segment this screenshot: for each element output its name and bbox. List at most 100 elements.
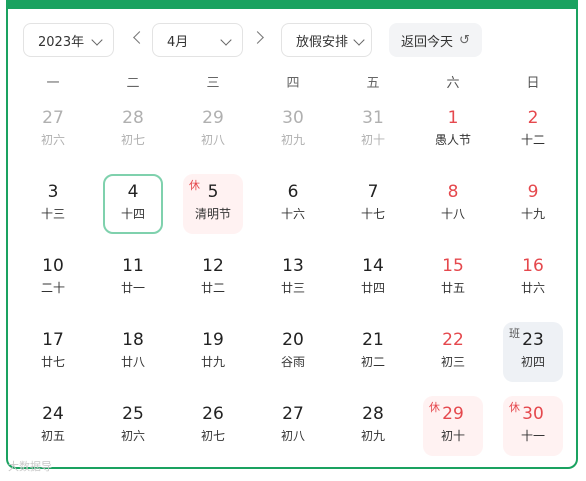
day-cell[interactable]: 4 十四: [93, 174, 173, 248]
week-row: 24 初五 25 初六 26 初七 27 初八 28 初九休 29 初十休 30 十一: [13, 396, 573, 470]
day-cell[interactable]: 班 23 初四: [493, 322, 573, 396]
day-cell[interactable]: 29 初八: [173, 100, 253, 174]
day-cell[interactable]: 10 二十: [13, 248, 93, 322]
day-number: 25: [122, 404, 144, 424]
lunar-date: 初三: [440, 355, 465, 369]
back-today-button[interactable]: 返回今天 ↺: [389, 23, 482, 57]
lunar-date: 十三: [40, 207, 65, 221]
lunar-date: 廿九: [200, 355, 225, 369]
day-number: 1: [447, 108, 459, 128]
lunar-date: 清明节: [194, 207, 231, 221]
day-cell[interactable]: 21 初二: [333, 322, 413, 396]
back-today-label: 返回今天: [401, 34, 454, 50]
month-select[interactable]: 4月: [152, 23, 243, 57]
day-cell[interactable]: 28 初七: [93, 100, 173, 174]
lunar-date: 二十: [40, 281, 65, 295]
day-cell[interactable]: 18 廿八: [93, 322, 173, 396]
holiday-select[interactable]: 放假安排: [281, 23, 372, 57]
day-number: 16: [522, 256, 544, 276]
lunar-date: 初六: [40, 133, 65, 147]
lunar-date: 初四: [520, 355, 545, 369]
lunar-date: 十二: [520, 133, 545, 147]
day-number: 19: [202, 330, 224, 350]
day-number: 24: [42, 404, 64, 424]
day-cell[interactable]: 28 初九: [333, 396, 413, 470]
day-cell[interactable]: 休 5 清明节: [173, 174, 253, 248]
year-select[interactable]: 2023年: [23, 23, 114, 57]
day-cell[interactable]: 20 谷雨: [253, 322, 333, 396]
lunar-date: 初七: [200, 429, 225, 443]
day-cell[interactable]: 1 愚人节: [413, 100, 493, 174]
lunar-date: 十六: [280, 207, 305, 221]
day-number: 2: [527, 108, 539, 128]
chevron-down-icon: [220, 34, 232, 46]
day-cell[interactable]: 2 十二: [493, 100, 573, 174]
day-number: 27: [282, 404, 304, 424]
day-cell[interactable]: 9 十九: [493, 174, 573, 248]
day-cell[interactable]: 27 初六: [13, 100, 93, 174]
day-number: 5: [207, 182, 219, 202]
watermark: 大数据导: [8, 460, 52, 473]
lunar-date: 初二: [360, 355, 385, 369]
lunar-date: 廿四: [360, 281, 385, 295]
day-cell[interactable]: 16 廿六: [493, 248, 573, 322]
day-number: 6: [287, 182, 299, 202]
lunar-date: 廿二: [200, 281, 225, 295]
weekday-wed: 三: [206, 76, 220, 91]
day-number: 12: [202, 256, 224, 276]
day-number: 10: [42, 256, 64, 276]
lunar-date: 初五: [40, 429, 65, 443]
day-number: 28: [362, 404, 384, 424]
day-number: 29: [442, 404, 464, 424]
day-number: 31: [362, 108, 384, 128]
day-cell[interactable]: 27 初八: [253, 396, 333, 470]
lunar-date: 十四: [120, 207, 145, 221]
week-row: 3 十三 4 十四休 5 清明节 6 十六 7 十七 8 十八 9 十九: [13, 174, 573, 248]
chevron-down-icon: [91, 34, 103, 46]
day-cell[interactable]: 6 十六: [253, 174, 333, 248]
day-number: 27: [42, 108, 64, 128]
lunar-date: 初八: [280, 429, 305, 443]
day-cell[interactable]: 19 廿九: [173, 322, 253, 396]
day-number: 30: [522, 404, 544, 424]
day-number: 20: [282, 330, 304, 350]
lunar-date: 廿六: [520, 281, 545, 295]
day-number: 23: [522, 330, 544, 350]
day-cell[interactable]: 休 29 初十: [413, 396, 493, 470]
day-cell[interactable]: 12 廿二: [173, 248, 253, 322]
lunar-date: 廿八: [120, 355, 145, 369]
lunar-date: 十一: [520, 429, 545, 443]
lunar-date: 谷雨: [280, 355, 305, 369]
day-number: 8: [447, 182, 459, 202]
day-cell[interactable]: 11 廿一: [93, 248, 173, 322]
day-cell[interactable]: 13 廿三: [253, 248, 333, 322]
day-cell[interactable]: 26 初七: [173, 396, 253, 470]
day-cell[interactable]: 31 初十: [333, 100, 413, 174]
day-cell[interactable]: 8 十八: [413, 174, 493, 248]
lunar-date: 初六: [120, 429, 145, 443]
lunar-date: 初十: [360, 133, 385, 147]
day-cell[interactable]: 15 廿五: [413, 248, 493, 322]
day-cell[interactable]: 休 30 十一: [493, 396, 573, 470]
weekday-header: 一 二 三 四 五 六 日: [13, 72, 573, 91]
lunar-date: 十九: [520, 207, 545, 221]
day-cell[interactable]: 7 十七: [333, 174, 413, 248]
day-cell[interactable]: 22 初三: [413, 322, 493, 396]
day-cell[interactable]: 25 初六: [93, 396, 173, 470]
day-cell[interactable]: 3 十三: [13, 174, 93, 248]
chevron-down-icon: [353, 34, 365, 46]
lunar-date: 十七: [360, 207, 385, 221]
day-cell[interactable]: 30 初九: [253, 100, 333, 174]
day-number: 3: [47, 182, 59, 202]
week-row: 27 初六 28 初七 29 初八 30 初九 31 初十 1 愚人节 2 十二: [13, 100, 573, 174]
day-number: 13: [282, 256, 304, 276]
day-number: 7: [367, 182, 379, 202]
lunar-date: 初九: [280, 133, 305, 147]
lunar-date: 十八: [440, 207, 465, 221]
day-number: 28: [122, 108, 144, 128]
day-cell[interactable]: 17 廿七: [13, 322, 93, 396]
day-number: 29: [202, 108, 224, 128]
weekday-fri: 五: [366, 76, 380, 91]
day-cell[interactable]: 14 廿四: [333, 248, 413, 322]
day-number: 26: [202, 404, 224, 424]
